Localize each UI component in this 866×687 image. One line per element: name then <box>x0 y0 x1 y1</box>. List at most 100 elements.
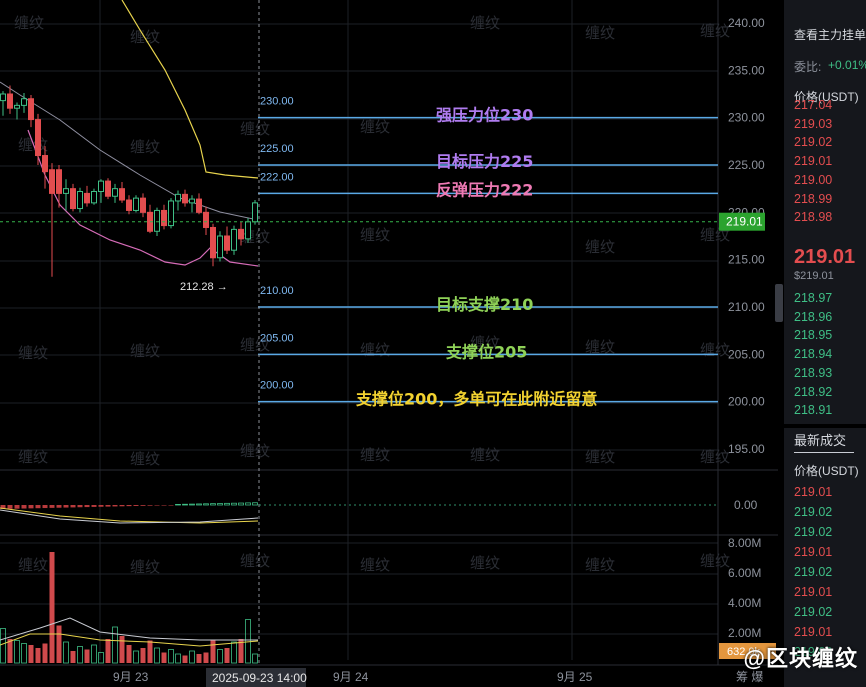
macd-histogram-bar <box>112 505 118 507</box>
chart-watermark-text: 缠纹 <box>585 556 615 574</box>
volume-axis-tick: 2.00M <box>728 626 761 640</box>
volume-bar <box>28 645 34 663</box>
candle-body <box>70 188 76 210</box>
trades-title-underline <box>794 452 854 453</box>
candle-body <box>175 193 181 202</box>
chart-watermark-text: 缠纹 <box>470 14 500 32</box>
level-annotation-text: 目标压力225 <box>436 152 533 171</box>
ask-row[interactable]: 217.04 <box>794 98 832 112</box>
candle-body <box>0 93 6 102</box>
price-axis-tick: 225.00 <box>728 158 765 172</box>
bid-row[interactable]: 218.94 <box>794 347 832 361</box>
bid-row[interactable]: 218.96 <box>794 310 832 324</box>
candle-body <box>126 199 132 211</box>
candle-body <box>63 188 69 194</box>
bid-row[interactable]: 218.97 <box>794 291 832 305</box>
candle-body <box>189 198 195 204</box>
current-price-tag: 219.01 <box>726 215 763 229</box>
bid-row[interactable]: 218.92 <box>794 385 832 399</box>
chart-watermark-text: 缠纹 <box>14 14 44 32</box>
last-price: 219.01 <box>794 246 856 268</box>
macd-axis-zero: 0.00 <box>734 498 758 512</box>
macd-histogram-bar <box>49 505 55 508</box>
last-price-usd: $219.01 <box>794 270 834 282</box>
ask-row[interactable]: 219.02 <box>794 135 832 149</box>
bid-row[interactable]: 218.93 <box>794 366 832 380</box>
chart-watermark-text: 缠纹 <box>700 22 730 40</box>
macd-histogram-bar <box>189 503 195 506</box>
trade-row: 219.01 <box>794 625 833 639</box>
candle-body <box>49 169 55 194</box>
panel-resize-handle[interactable] <box>775 284 783 322</box>
chart-watermark-text: 缠纹 <box>240 552 270 570</box>
trade-row: 219.01 <box>794 585 833 599</box>
level-value-label: 200.00 <box>260 380 294 392</box>
macd-histogram-bar <box>175 503 181 506</box>
ask-row[interactable]: 218.98 <box>794 210 832 224</box>
macd-histogram-bar <box>14 505 20 509</box>
macd-histogram-bar <box>217 503 223 506</box>
macd-histogram-bar <box>105 505 111 507</box>
ask-row[interactable]: 219.01 <box>794 154 832 168</box>
candle-body <box>14 104 20 109</box>
candle-body <box>105 180 111 197</box>
ask-row[interactable]: 218.99 <box>794 192 832 206</box>
volume-bar <box>147 640 153 663</box>
candle-body <box>140 197 146 213</box>
level-value-label: 222.00 <box>260 171 294 183</box>
chart-watermark-text: 缠纹 <box>240 442 270 460</box>
volume-bar <box>126 645 132 663</box>
bid-row[interactable]: 218.91 <box>794 403 832 417</box>
macd-histogram-bar <box>77 505 83 508</box>
level-annotation-text: 支撑位205 <box>445 342 527 361</box>
order-book-title[interactable]: 查看主力挂单 <box>794 26 866 43</box>
crosshair-time-label: 2025-09-23 14:00 <box>212 671 307 685</box>
macd-histogram-bar <box>147 505 153 506</box>
macd-histogram-bar <box>126 505 132 507</box>
volume-bar <box>231 641 237 664</box>
volume-bar <box>91 644 97 664</box>
bid-row[interactable]: 218.95 <box>794 328 832 342</box>
volume-bar <box>84 649 90 663</box>
kline-chart[interactable]: 缠纹 缠纹 缠纹 缠纹 缠纹 缠纹 缠纹 缠纹 缠纹 缠纹 缠纹 缠纹 缠纹 缠纹 缠纹 缠纹 缠纹 缠纹 缠纹 缠纹… <box>0 0 778 687</box>
volume-bar <box>35 648 41 663</box>
volume-bar <box>252 653 258 664</box>
volume-bar <box>119 636 125 663</box>
macd-histogram-bar <box>91 505 97 507</box>
volume-bar <box>161 652 167 663</box>
level-value-label: 230.00 <box>260 96 294 108</box>
chart-watermark-text: 缠纹 <box>240 228 270 246</box>
macd-histogram-bar <box>70 505 76 508</box>
macd-histogram-bar <box>7 505 13 509</box>
ask-row[interactable]: 219.03 <box>794 117 832 131</box>
candle-body <box>182 193 188 204</box>
chart-watermark-text: 缠纹 <box>585 338 615 356</box>
chart-watermark-text: 缠纹 <box>585 448 615 466</box>
macd-histogram-bar <box>161 505 167 506</box>
volume-bar <box>42 643 48 663</box>
macd-histogram-bar <box>231 502 237 506</box>
macd-histogram-bar <box>21 505 27 509</box>
macd-histogram-bar <box>140 505 146 506</box>
macd-histogram-bar <box>154 505 160 506</box>
chart-watermark-text: 缠纹 <box>240 120 270 138</box>
candle-body <box>133 197 139 211</box>
volume-bar <box>105 639 111 663</box>
candle-body <box>217 235 223 259</box>
volume-axis-tick: 8.00M <box>728 536 761 550</box>
level-value-label: 225.00 <box>260 143 294 155</box>
price-axis-tick: 210.00 <box>728 300 765 314</box>
price-axis-tick: 215.00 <box>728 253 765 267</box>
ask-row[interactable]: 219.00 <box>794 173 832 187</box>
candle-body <box>42 155 48 173</box>
chart-watermark-text: 缠纹 <box>130 558 160 576</box>
volume-bar <box>182 655 188 663</box>
volume-ma-line <box>0 617 258 641</box>
level-annotation-text: 反弹压力222 <box>436 180 533 199</box>
volume-bar <box>189 650 195 664</box>
candle-body <box>210 226 216 259</box>
candle-body <box>203 211 209 228</box>
chart-watermark-text: 缠纹 <box>470 554 500 572</box>
chart-canvas[interactable]: 缠纹缠纹缠纹 缠纹缠纹缠纹 缠纹缠纹 缠纹缠纹 缠纹缠纹缠纹缠纹 缠纹 缠纹 缠纹 缠纹 缠纹 缠纹… <box>0 0 778 687</box>
candle-body <box>224 235 230 251</box>
